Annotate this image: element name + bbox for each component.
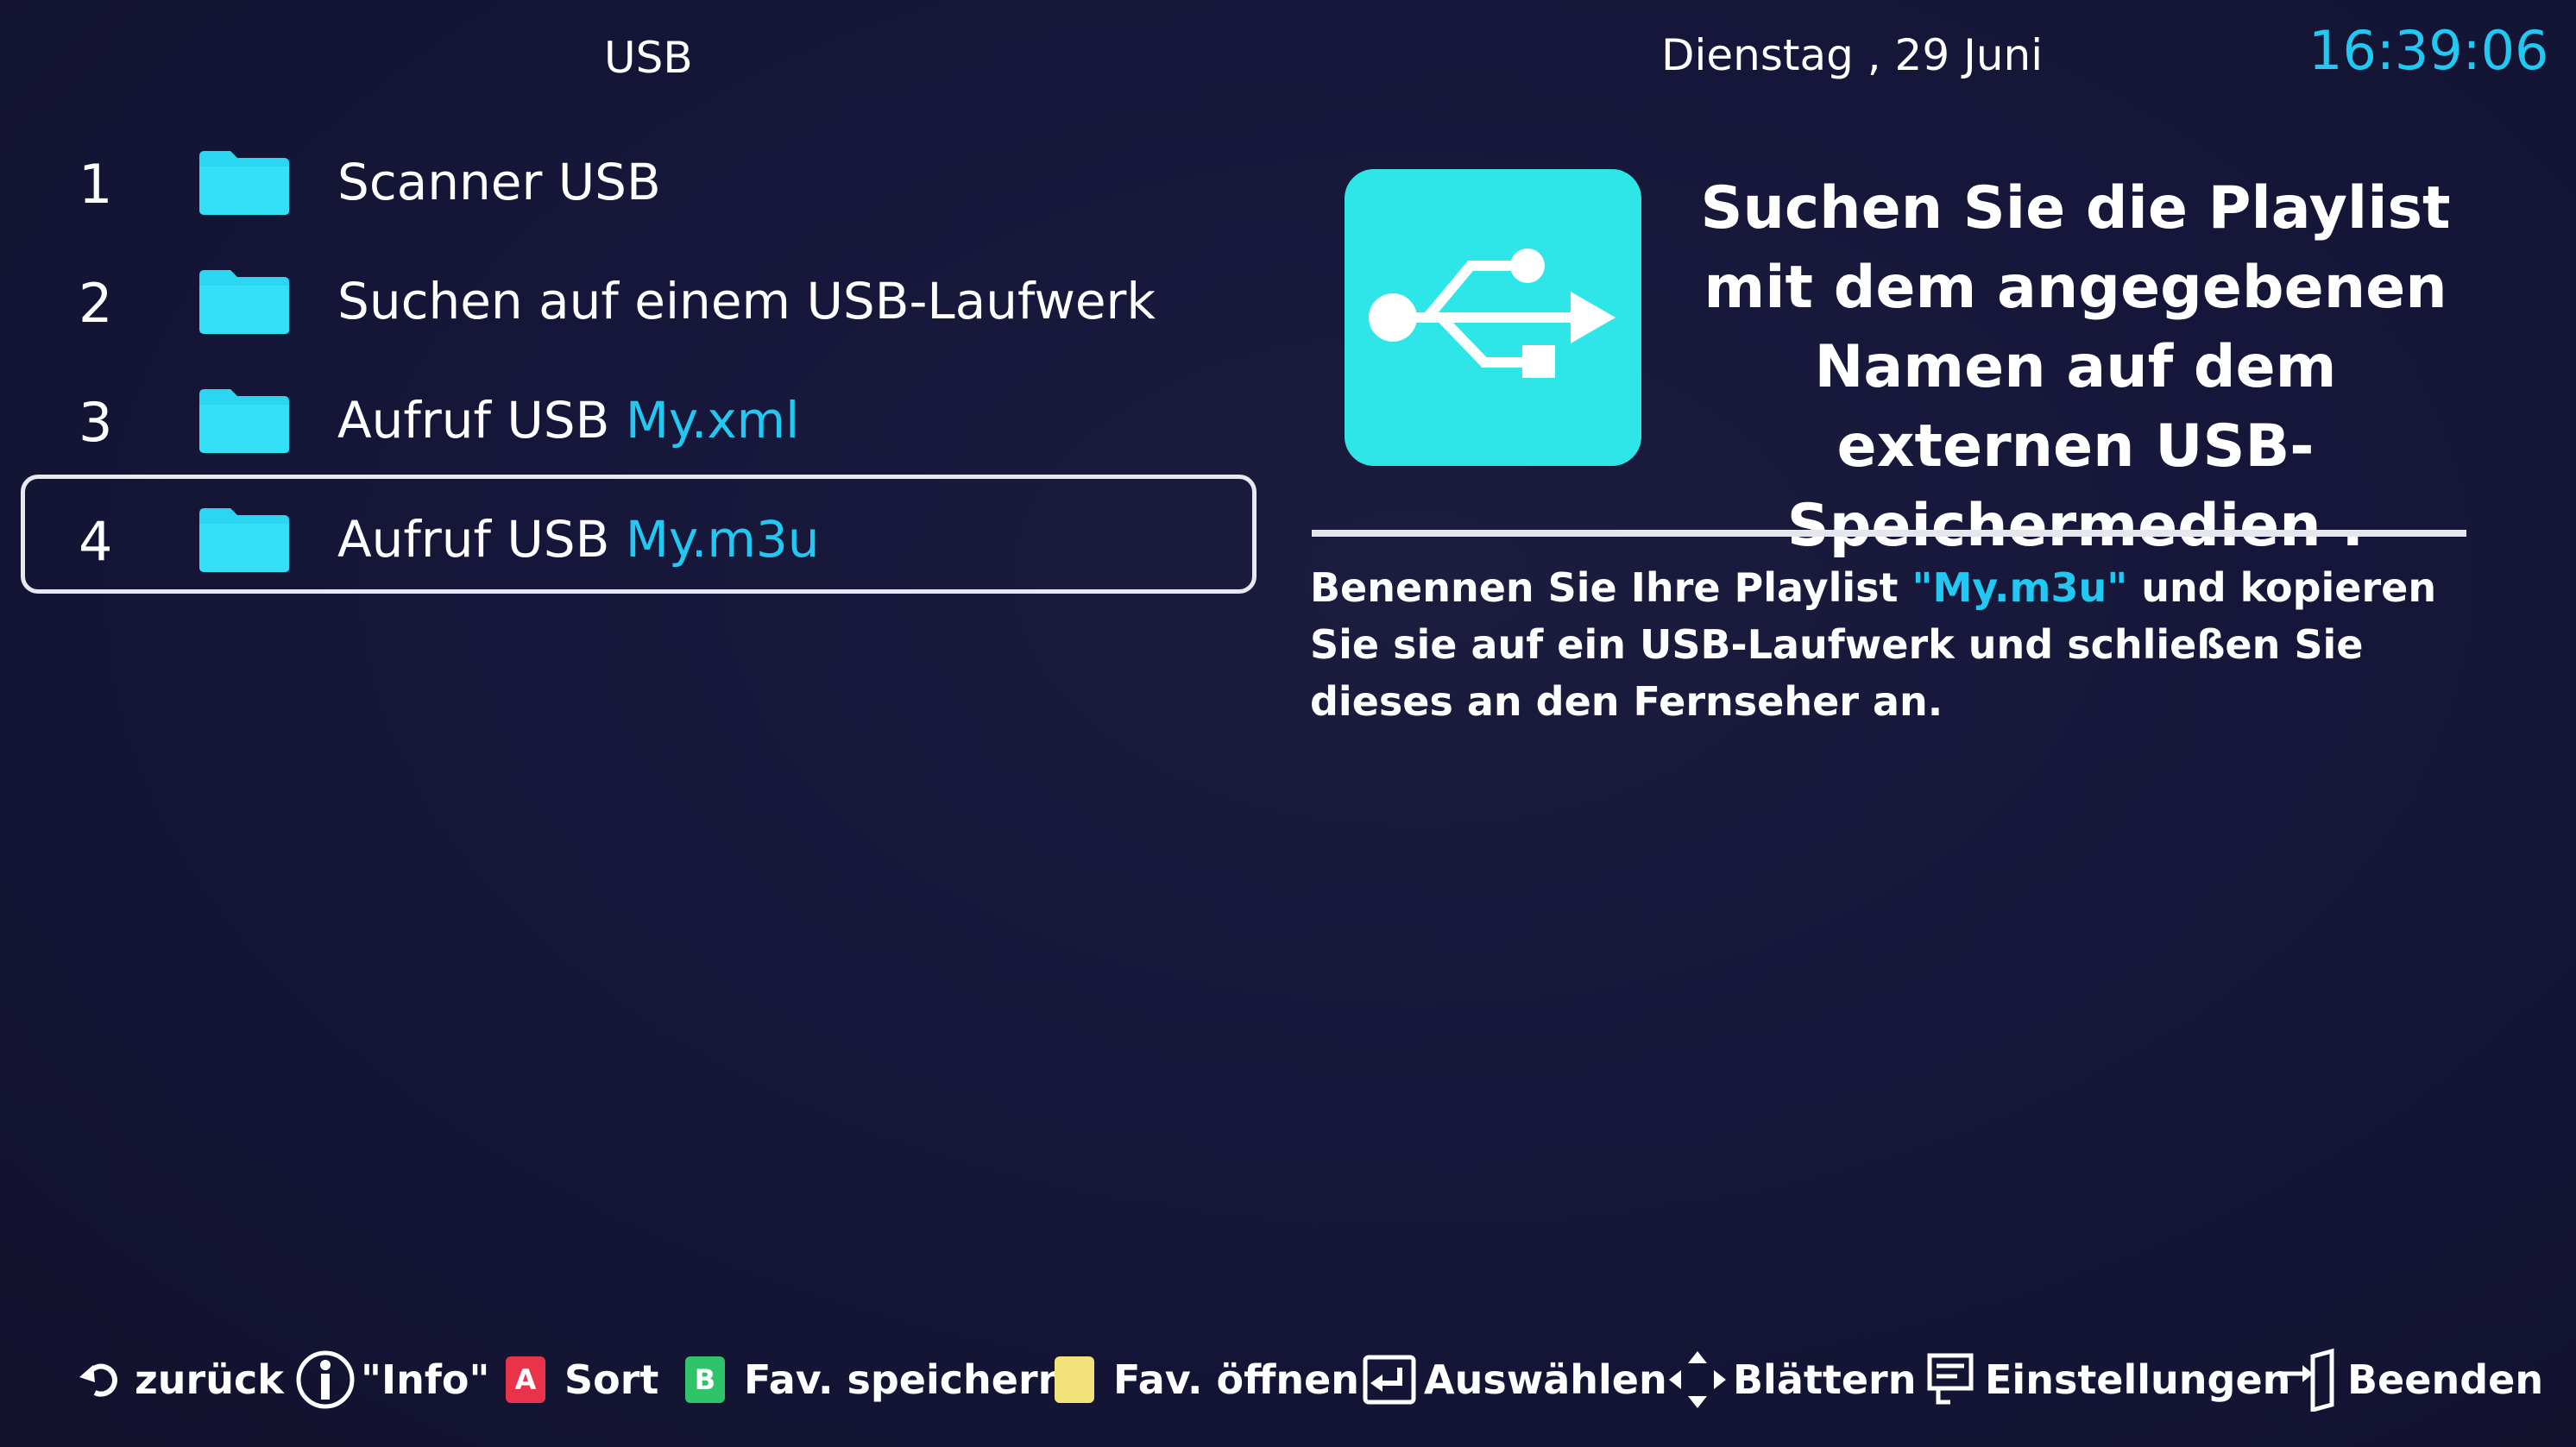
divider [1312, 530, 2466, 537]
info-heading: Suchen Sie die Playlist mit dem angegebe… [1700, 174, 2451, 560]
hint-exit-label: Beenden [2347, 1356, 2544, 1403]
hint-fav-save-label: Fav. speichern [744, 1356, 1067, 1403]
date-label: Dienstag , 29 Juni [1661, 30, 2044, 80]
item-number: 1 [79, 153, 113, 216]
green-key-icon: B [685, 1356, 725, 1403]
item-label: Aufruf USB My.m3u [337, 510, 820, 569]
usb-icon [1345, 169, 1641, 466]
list-item-open-my-xml[interactable]: 3 Aufruf USB My.xml [21, 355, 1257, 475]
info-description: Benennen Sie Ihre Playlist "My.m3u" und … [1310, 564, 2437, 725]
back-arrow-icon [79, 1363, 117, 1397]
clock: 16:39:06 [2308, 19, 2549, 82]
button-hint-bar: zurück "Info" A Sort B Fav. speichern Fa… [0, 1334, 2576, 1420]
item-label: Suchen auf einem USB-Laufwerk [337, 272, 1156, 330]
item-label: Scanner USB [337, 153, 661, 211]
usb-screen: USB Dienstag , 29 Juni 16:39:06 1 Scanne… [0, 0, 2576, 1447]
hint-select[interactable]: Auswählen [1362, 1351, 1667, 1408]
hint-exit[interactable]: Beenden [2278, 1348, 2544, 1412]
settings-menu-icon [1927, 1353, 1974, 1405]
item-number: 3 [79, 391, 113, 454]
item-number: 2 [79, 272, 113, 335]
info-icon [296, 1350, 355, 1409]
usb-menu-list: 1 Scanner USB 2 Suchen auf einem USB-Lau… [21, 117, 1257, 594]
item-label: Aufruf USB My.xml [337, 391, 800, 450]
folder-icon [199, 151, 289, 215]
folder-icon [199, 270, 289, 334]
folder-icon [199, 508, 289, 572]
list-item-scanner-usb[interactable]: 1 Scanner USB [21, 117, 1257, 236]
hint-back[interactable]: zurück [76, 1351, 284, 1408]
yellow-key-icon [1055, 1356, 1094, 1403]
hint-settings-label: Einstellungen [1985, 1356, 2291, 1403]
hint-info[interactable]: "Info" [295, 1350, 490, 1409]
navigation-arrows-icon [1669, 1351, 1726, 1408]
item-number: 4 [79, 510, 113, 573]
hint-fav-save[interactable]: B Fav. speichern [685, 1351, 1066, 1408]
filename-highlight: "My.m3u" [1912, 564, 2128, 611]
hint-fav-open[interactable]: Fav. öffnen [1055, 1351, 1359, 1408]
list-item-search-usb-drive[interactable]: 2 Suchen auf einem USB-Laufwerk [21, 236, 1257, 355]
hint-sort[interactable]: A Sort [506, 1351, 658, 1408]
enter-icon [1363, 1355, 1416, 1405]
hint-back-label: zurück [135, 1356, 284, 1403]
list-item-open-my-m3u[interactable]: 4 Aufruf USB My.m3u [21, 475, 1257, 594]
hint-select-label: Auswählen [1424, 1356, 1667, 1403]
hint-info-label: "Info" [361, 1356, 490, 1403]
exit-door-icon [2280, 1348, 2334, 1412]
filename-highlight: My.m3u [625, 510, 820, 569]
filename-highlight: My.xml [625, 391, 800, 450]
hint-sort-label: Sort [564, 1356, 659, 1403]
hint-fav-open-label: Fav. öffnen [1113, 1356, 1360, 1403]
red-key-icon: A [506, 1356, 545, 1403]
hint-browse[interactable]: Blättern [1667, 1351, 1916, 1408]
hint-settings[interactable]: Einstellungen [1924, 1351, 2290, 1408]
hint-browse-label: Blättern [1733, 1356, 1917, 1403]
folder-icon [199, 389, 289, 453]
screen-title: USB [604, 33, 693, 83]
